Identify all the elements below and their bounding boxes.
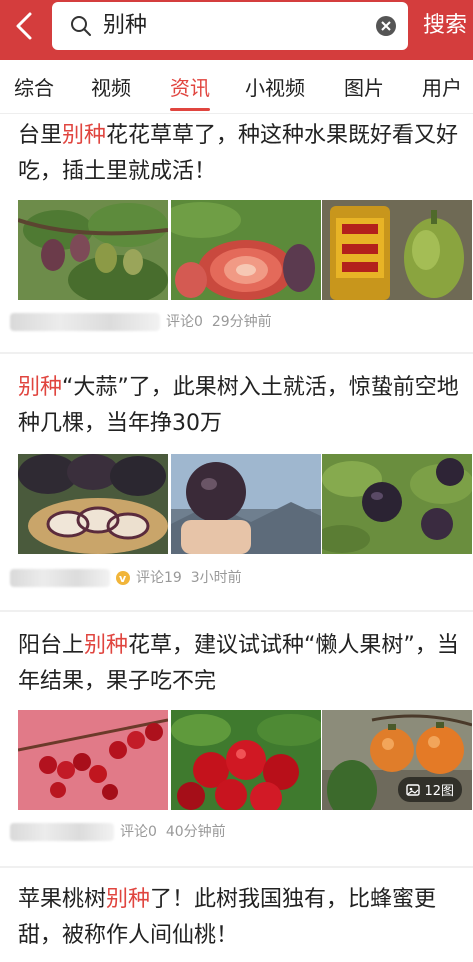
article-card[interactable]: 台里别种花花草草了，种这种水果既好看又好吃，插土里就成活！ 评论0 29分钟前 — [0, 114, 473, 352]
article-card[interactable]: 苹果桃树别种了！此树我国独有，比蜂蜜更甜，被称作人间仙桃！ — [0, 876, 473, 962]
tab-images[interactable]: 图片 — [344, 74, 384, 102]
divider — [0, 352, 473, 354]
publish-time: 29分钟前 — [211, 314, 272, 330]
article-thumbnail — [18, 710, 168, 810]
article-meta: 评论0 29分钟前 — [10, 312, 272, 332]
author-name-blurred — [10, 569, 110, 587]
article-title[interactable]: 阳台上别种花草，建议试试种“懒人果树”，当年结果，果子吃不完 — [18, 628, 463, 700]
category-tabs: 综合 视频 资讯 小视频 图片 用户 — [0, 60, 473, 114]
article-thumbnail — [171, 710, 321, 810]
article-title[interactable]: 别种“大蒜”了，此果树入土就活，惊蛰前空地种几棵，当年挣30万 — [18, 370, 463, 442]
comment-count: 评论19 — [136, 570, 182, 586]
verified-badge-icon — [116, 569, 130, 589]
search-input[interactable]: 别种 — [52, 2, 408, 50]
top-bar: 别种 搜索 — [0, 0, 473, 60]
article-meta: 评论0 40分钟前 — [10, 822, 226, 842]
publish-time: 3小时前 — [190, 570, 242, 586]
article-thumbnail — [322, 200, 472, 300]
article-thumbnail — [18, 454, 168, 554]
publish-time: 40分钟前 — [165, 824, 226, 840]
search-icon — [71, 16, 91, 36]
divider — [0, 610, 473, 612]
article-title[interactable]: 台里别种花花草草了，种这种水果既好看又好吃，插土里就成活！ — [18, 118, 463, 190]
image-gallery-icon — [406, 783, 421, 796]
author-name-blurred — [10, 313, 160, 331]
article-title[interactable]: 苹果桃树别种了！此树我国独有，比蜂蜜更甜，被称作人间仙桃！ — [18, 882, 463, 954]
back-button[interactable] — [0, 0, 48, 52]
comment-count: 评论0 — [120, 824, 157, 840]
close-icon — [381, 21, 391, 31]
search-submit-button[interactable]: 搜索 — [423, 11, 467, 41]
tab-short-video[interactable]: 小视频 — [245, 74, 305, 102]
active-tab-indicator — [170, 108, 210, 111]
article-card[interactable]: 阳台上别种花草，建议试试种“懒人果树”，当年结果，果子吃不完 12图 评论0 4… — [0, 620, 473, 866]
tab-video[interactable]: 视频 — [91, 74, 131, 102]
article-thumbnail — [171, 200, 321, 300]
comment-count: 评论0 — [166, 314, 203, 330]
tab-users[interactable]: 用户 — [422, 74, 462, 102]
tab-comprehensive[interactable]: 综合 — [14, 74, 54, 102]
clear-search-button[interactable] — [376, 16, 396, 36]
article-thumbnail — [18, 200, 168, 300]
article-thumbnail — [322, 454, 472, 554]
image-count-badge: 12图 — [398, 777, 462, 802]
search-query: 别种 — [103, 13, 148, 38]
article-meta: 评论19 3小时前 — [10, 568, 242, 589]
article-thumbnail: 12图 — [322, 710, 472, 810]
author-name-blurred — [10, 823, 114, 841]
divider — [0, 866, 473, 868]
article-card[interactable]: 别种“大蒜”了，此果树入土就活，惊蛰前空地种几棵，当年挣30万 v 评论19 3… — [0, 364, 473, 610]
chevron-left-icon — [16, 12, 32, 40]
article-thumbnail — [171, 454, 321, 554]
tab-news[interactable]: 资讯 — [170, 74, 210, 102]
